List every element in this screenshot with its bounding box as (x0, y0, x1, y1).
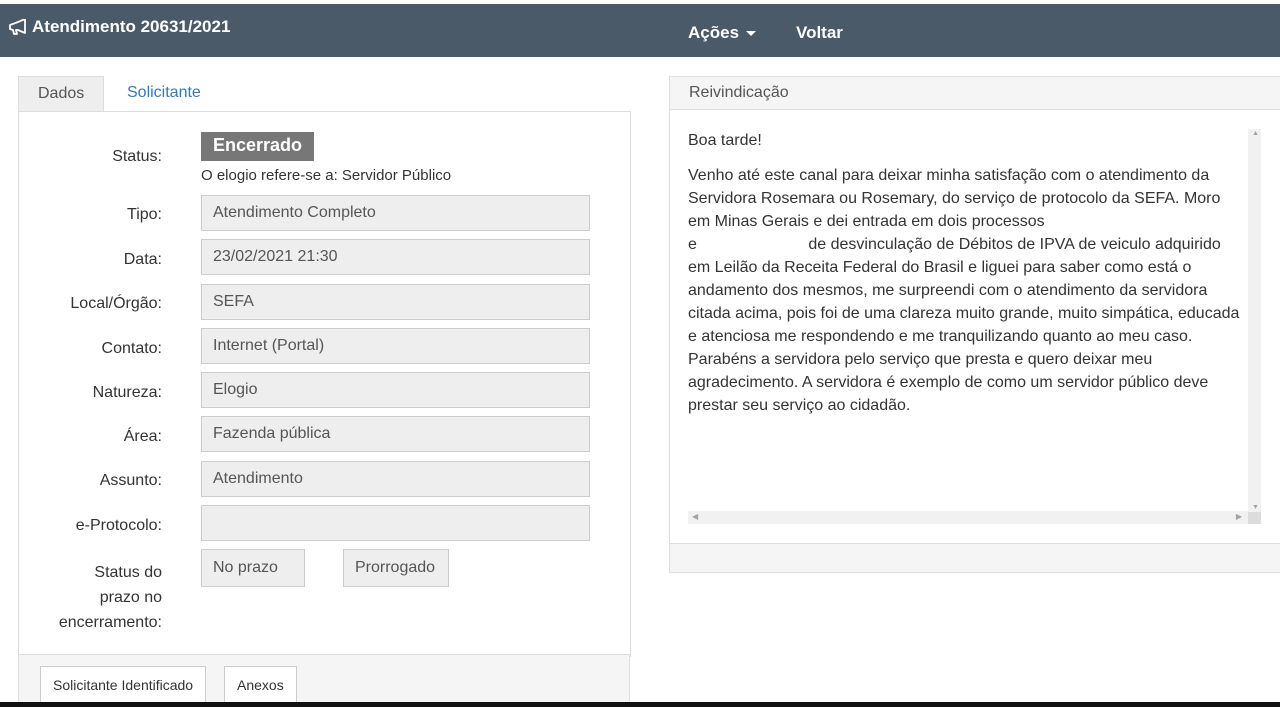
data-label: Data: (123, 251, 162, 268)
acoes-label: Ações (688, 23, 740, 42)
tab-solicitante[interactable]: Solicitante (108, 76, 220, 110)
prazo-label-line-3: encerramento: (58, 614, 162, 631)
area-field[interactable]: Fazenda pública (201, 416, 590, 452)
body-text: Venho até este canal para deixar minha s… (688, 164, 1244, 417)
contato-field[interactable]: Internet (Portal) (201, 328, 590, 364)
prazo-label-line-2: prazo no (99, 589, 162, 606)
tab-bar: Dados Solicitante (18, 76, 630, 112)
caret-down-icon (746, 31, 757, 37)
scroll-left-icon[interactable]: ◀ (692, 512, 698, 521)
form-footer: Solicitante Identificado Anexos (18, 654, 630, 707)
navbar: Atendimento 20631/2021 Ações Voltar (0, 4, 1280, 57)
e-protocolo-label: e-Protocolo: (75, 517, 162, 534)
body-text-e: e (688, 236, 697, 253)
data-field[interactable]: 23/02/2021 21:30 (201, 239, 590, 275)
solicitante-identificado-button[interactable]: Solicitante Identificado (40, 666, 207, 704)
page-title-text: Atendimento 20631/2021 (32, 17, 231, 36)
area-label: Área: (123, 428, 162, 445)
assunto-label: Assunto: (99, 472, 162, 489)
prorrogado-field[interactable]: Prorrogado (343, 549, 449, 587)
contato-label: Contato: (101, 340, 162, 357)
scroll-down-icon[interactable]: ▼ (1252, 504, 1259, 511)
page-title: Atendimento 20631/2021 (8, 17, 230, 37)
reivindicacao-footer (670, 543, 1280, 572)
local-orgao-label: Local/Órgão: (70, 295, 162, 312)
local-orgao-field[interactable]: SEFA (201, 284, 590, 320)
scrollbar-corner (1248, 512, 1261, 524)
scroll-up-icon[interactable]: ▲ (1252, 130, 1259, 137)
voltar-link[interactable]: Voltar (796, 23, 843, 43)
reivindicacao-text[interactable]: Boa tarde! Venho até este canal para dei… (688, 129, 1244, 524)
prazo-label: Status do prazo no encerramento: (59, 560, 162, 635)
scroll-right-icon[interactable]: ▶ (1236, 512, 1242, 521)
tipo-label: Tipo: (127, 206, 162, 223)
horizontal-scrollbar[interactable]: ◀ ▶ (688, 511, 1248, 524)
tipo-field[interactable]: Atendimento Completo (201, 195, 590, 231)
bottom-bar (0, 702, 1280, 707)
reivindicacao-heading: Reivindicação (670, 77, 1280, 110)
body-text-part-2: de desvinculação de Débitos de IPVA de v… (688, 236, 1240, 414)
tab-dados[interactable]: Dados (18, 76, 105, 111)
anexos-button[interactable]: Anexos (224, 666, 297, 704)
bullhorn-icon (8, 19, 28, 35)
status-badge: Encerrado (201, 132, 315, 161)
vertical-scrollbar[interactable]: ▲ ▼ (1248, 129, 1261, 512)
assunto-field[interactable]: Atendimento (201, 461, 590, 497)
status-note: O elogio refere-se a: Servidor Público (201, 167, 452, 184)
body-text-part-1: Venho até este canal para deixar minha s… (688, 167, 1221, 230)
natureza-field[interactable]: Elogio (201, 372, 590, 408)
no-prazo-field[interactable]: No prazo (201, 549, 305, 587)
acoes-dropdown[interactable]: Ações (688, 23, 757, 43)
e-protocolo-field[interactable] (201, 505, 590, 541)
prazo-label-line-1: Status do (94, 564, 162, 581)
reivindicacao-panel: Reivindicação Boa tarde! Venho até este … (669, 76, 1280, 573)
greeting-text: Boa tarde! (688, 132, 762, 149)
status-label: Status: (112, 148, 162, 165)
form-panel: Status: Encerrado O elogio refere-se a: … (18, 111, 631, 657)
natureza-label: Natureza: (92, 384, 162, 401)
